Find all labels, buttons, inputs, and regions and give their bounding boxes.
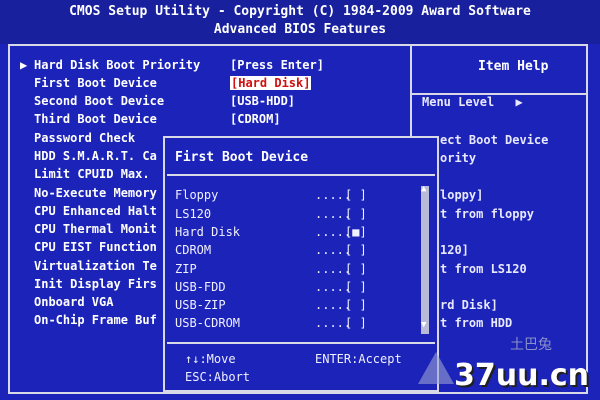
setting-no-execute-memory[interactable]: No-Execute Memory xyxy=(20,184,157,202)
key-hint-move: ↑↓:Move xyxy=(185,352,236,366)
help-line: t from floppy xyxy=(440,207,534,221)
popup-title: First Boot Device xyxy=(175,150,309,165)
setting-label: Onboard VGA xyxy=(34,295,114,309)
option-zip[interactable]: ZIP.....[ ] xyxy=(175,260,367,278)
option-hard-disk[interactable]: Hard Disk..... [■] xyxy=(175,223,367,241)
setting-third-boot-device[interactable]: Third Boot Device xyxy=(20,110,157,128)
setting-label: CPU Enhanced Halt xyxy=(34,204,157,218)
help-line: ority xyxy=(440,151,477,165)
setting-label: CPU Thermal Monit xyxy=(34,222,157,236)
help-title: Item Help xyxy=(478,59,549,74)
setting-label: No-Execute Memory xyxy=(34,186,157,200)
app-title: CMOS Setup Utility - Copyright (C) 1984-… xyxy=(69,4,531,19)
checkbox[interactable]: [ ] xyxy=(345,278,367,296)
help-line: loppy] xyxy=(440,188,484,202)
watermark-small-text: 土巴兔 xyxy=(510,337,552,353)
scrollbar[interactable] xyxy=(421,186,429,334)
value-second-boot-device[interactable]: [USB-HDD] xyxy=(230,92,295,110)
setting-label: HDD S.M.A.R.T. Ca xyxy=(34,149,157,163)
setting-label: First Boot Device xyxy=(34,76,157,90)
checkbox[interactable]: [ ] xyxy=(345,241,367,259)
popup-divider xyxy=(167,342,435,344)
setting-label: Init Display Firs xyxy=(34,277,157,291)
help-line: ect Boot Device xyxy=(440,133,549,147)
scroll-up-icon[interactable]: ▲ xyxy=(421,184,426,194)
option-cdrom[interactable]: CDROM.....[ ] xyxy=(175,241,367,259)
page-title: Advanced BIOS Features xyxy=(213,22,387,37)
help-line: rd Disk] xyxy=(440,298,498,312)
setting-label: Password Check xyxy=(34,131,136,145)
key-hint-abort: ESC:Abort xyxy=(185,370,251,384)
menu-level-label: Menu Level xyxy=(422,95,495,109)
option-floppy[interactable]: Floppy.....[ ] xyxy=(175,186,367,204)
option-usb-fdd[interactable]: USB-FDD.....[ ] xyxy=(175,278,367,296)
setting-second-boot-device[interactable]: Second Boot Device xyxy=(20,92,164,110)
setting-label: Hard Disk Boot Priority xyxy=(34,58,201,72)
option-usb-zip[interactable]: USB-ZIP.....[ ] xyxy=(175,296,367,314)
setting-virtualization[interactable]: Virtualization Te xyxy=(20,257,157,275)
setting-hdd-smart[interactable]: HDD S.M.A.R.T. Ca xyxy=(20,147,157,165)
title-bar: CMOS Setup Utility - Copyright (C) 1984-… xyxy=(0,0,600,44)
selected-value[interactable]: [Hard Disk] xyxy=(230,76,312,90)
setting-label: Virtualization Te xyxy=(34,259,157,273)
setting-cpu-enhanced-halt[interactable]: CPU Enhanced Halt xyxy=(20,202,157,220)
setting-limit-cpuid[interactable]: Limit CPUID Max. xyxy=(20,165,150,183)
scroll-down-icon[interactable]: ▼ xyxy=(421,320,426,330)
option-ls120[interactable]: LS120.....[ ] xyxy=(175,205,367,223)
arrow-right-icon: ▶ xyxy=(20,58,28,72)
setting-password-check[interactable]: Password Check xyxy=(20,129,135,147)
watermark-triangle xyxy=(418,352,454,384)
checkbox[interactable]: [ ] xyxy=(345,314,367,332)
checkbox[interactable]: [■] xyxy=(345,223,367,241)
option-usb-cdrom[interactable]: USB-CDROM.....[ ] xyxy=(175,314,367,332)
arrow-right-icon: ▶ xyxy=(515,95,523,109)
value-first-boot-device[interactable]: [Hard Disk] xyxy=(230,74,312,92)
setting-hard-disk-boot-priority[interactable]: ▶ Hard Disk Boot Priority xyxy=(20,56,200,74)
setting-label: Third Boot Device xyxy=(34,112,157,126)
setting-label: CPU EIST Function xyxy=(34,240,157,254)
checkbox[interactable]: [ ] xyxy=(345,296,367,314)
setting-cpu-eist[interactable]: CPU EIST Function xyxy=(20,238,157,256)
setting-on-chip-frame-buffer[interactable]: On-Chip Frame Buf xyxy=(20,311,157,329)
setting-label: Second Boot Device xyxy=(34,94,165,108)
setting-label: On-Chip Frame Buf xyxy=(34,313,157,327)
checkbox[interactable]: [ ] xyxy=(345,186,367,204)
help-line: t from HDD xyxy=(440,316,513,330)
first-boot-device-popup: First Boot Device Floppy.....[ ] LS120..… xyxy=(163,136,439,392)
menu-level: Menu Level ▶ xyxy=(422,93,523,111)
checkbox[interactable]: [ ] xyxy=(345,205,367,223)
key-hint-accept: ENTER:Accept xyxy=(315,352,402,366)
setting-onboard-vga[interactable]: Onboard VGA xyxy=(20,293,113,311)
checkbox[interactable]: [ ] xyxy=(345,260,367,278)
help-line: 120] xyxy=(440,243,469,257)
popup-divider xyxy=(167,174,435,176)
setting-init-display-first[interactable]: Init Display Firs xyxy=(20,275,157,293)
watermark-text: 37uu.cn xyxy=(454,358,589,393)
setting-first-boot-device[interactable]: First Boot Device xyxy=(20,74,157,92)
setting-cpu-thermal-monitor[interactable]: CPU Thermal Monit xyxy=(20,220,157,238)
value-hard-disk-boot-priority[interactable]: [Press Enter] xyxy=(230,56,324,74)
help-line: t from LS120 xyxy=(440,262,527,276)
setting-label: Limit CPUID Max. xyxy=(34,167,150,181)
value-third-boot-device[interactable]: [CDROM] xyxy=(230,110,281,128)
